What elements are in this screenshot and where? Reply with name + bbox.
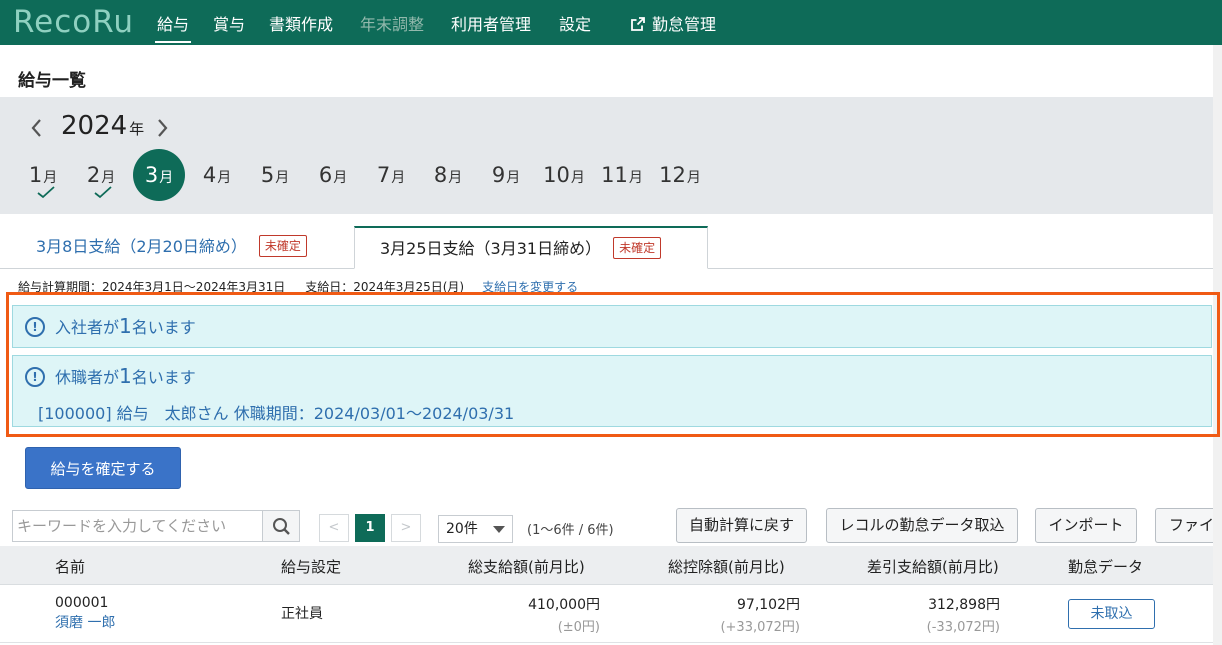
highlight-frame xyxy=(6,292,1220,437)
column-header-salary-setting[interactable]: 給与設定 xyxy=(281,556,341,577)
month-3[interactable]: 3月 xyxy=(133,149,185,201)
nav-item-user-management[interactable]: 利用者管理 xyxy=(451,0,531,45)
month-12[interactable]: 12月 xyxy=(654,149,706,201)
column-header-gross[interactable]: 総支給額(前月比) xyxy=(468,556,585,577)
employee-id: 000001 xyxy=(55,595,109,611)
per-page-select[interactable]: 20件 xyxy=(438,515,513,543)
nav-item-attendance-label: 勤怠管理 xyxy=(652,15,717,34)
month-4[interactable]: 4月 xyxy=(191,149,243,201)
check-icon xyxy=(37,186,55,199)
search-button[interactable] xyxy=(262,510,300,542)
month-6[interactable]: 6月 xyxy=(307,149,359,201)
confirm-payroll-button[interactable]: 給与を確定する xyxy=(25,447,181,489)
pagination-next[interactable]: > xyxy=(391,514,421,542)
net-diff: (-33,072円) xyxy=(926,620,1000,635)
year-label: 2024 年 xyxy=(61,111,145,141)
table-row: 000001 須磨 一郎 正社員 410,000円 (±0円) 97,102円 … xyxy=(0,585,1213,643)
month-11[interactable]: 11月 xyxy=(596,149,648,201)
month-5[interactable]: 5月 xyxy=(249,149,301,201)
gross-amount: 410,000円 xyxy=(528,597,600,613)
table-header: 名前 給与設定 総支給額(前月比) 総控除額(前月比) 差引支給額(前月比) 勤… xyxy=(0,546,1213,585)
net-amount: 312,898円 xyxy=(928,597,1000,613)
tab-payday-march-8[interactable]: 3月8日支給（2月20日締め） 未確定 xyxy=(36,226,307,269)
nav-item-attendance[interactable]: 勤怠管理 xyxy=(631,0,716,45)
file-button[interactable]: ファイ xyxy=(1155,508,1213,543)
nav-item-documents[interactable]: 書類作成 xyxy=(269,0,333,45)
status-badge: 未確定 xyxy=(613,237,662,259)
import-attendance-button[interactable]: レコルの勤怠データ取込 xyxy=(826,508,1018,543)
tab-payday-march-25[interactable]: 3月25日支給（3月31日締め） 未確定 xyxy=(354,226,708,269)
deduction-diff: (+33,072円) xyxy=(720,620,800,635)
search-input[interactable]: キーワードを入力してください xyxy=(12,510,262,542)
nav-item-bonus[interactable]: 賞与 xyxy=(213,0,245,45)
chevron-left-icon[interactable] xyxy=(28,116,46,140)
month-selector: 2024 年 1月 2月 3月 4月 5月 6月 7月 8月 9月 10月 11月… xyxy=(0,97,1213,214)
status-badge: 未確定 xyxy=(258,235,307,257)
month-10[interactable]: 10月 xyxy=(538,149,590,201)
result-range: (1～6件 / 6件) xyxy=(527,523,614,538)
column-header-attendance: 勤怠データ xyxy=(1068,558,1144,576)
column-header-name[interactable]: 名前 xyxy=(55,556,85,577)
column-header-net[interactable]: 差引支給額(前月比) xyxy=(867,556,999,577)
column-header-deduction[interactable]: 総控除額(前月比) xyxy=(668,556,785,577)
external-link-icon xyxy=(631,17,645,31)
chevron-right-icon[interactable] xyxy=(153,116,171,140)
attendance-status-button[interactable]: 未取込 xyxy=(1068,599,1155,629)
tab-label: 3月25日支給（3月31日締め） xyxy=(380,239,602,258)
tab-label: 3月8日支給（2月20日締め） xyxy=(36,237,247,256)
chevron-down-icon xyxy=(493,526,505,533)
nav-item-year-end-adjustment: 年末調整 xyxy=(360,15,425,34)
gross-diff: (±0円) xyxy=(557,620,600,635)
revert-auto-calc-button[interactable]: 自動計算に戻す xyxy=(676,508,807,543)
nav-item-salary[interactable]: 給与 xyxy=(154,0,192,45)
nav-item-settings[interactable]: 設定 xyxy=(559,0,591,45)
page-title: 給与一覧 xyxy=(18,71,86,91)
top-nav-bar: RecoRu 給与 賞与 書類作成 年末調整 利用者管理 設定 勤怠管理 xyxy=(0,0,1222,45)
month-9[interactable]: 9月 xyxy=(480,149,532,201)
salary-setting: 正社員 xyxy=(281,606,323,622)
month-7[interactable]: 7月 xyxy=(365,149,417,201)
pagination-current-page[interactable]: 1 xyxy=(355,514,385,542)
search-icon xyxy=(273,518,290,535)
month-8[interactable]: 8月 xyxy=(422,149,474,201)
app-logo[interactable]: RecoRu xyxy=(13,2,134,42)
deduction-amount: 97,102円 xyxy=(737,597,800,613)
pagination-prev[interactable]: < xyxy=(319,514,349,542)
employee-name-link[interactable]: 須磨 一郎 xyxy=(55,612,115,632)
check-icon xyxy=(94,186,112,199)
import-button[interactable]: インポート xyxy=(1035,508,1137,543)
